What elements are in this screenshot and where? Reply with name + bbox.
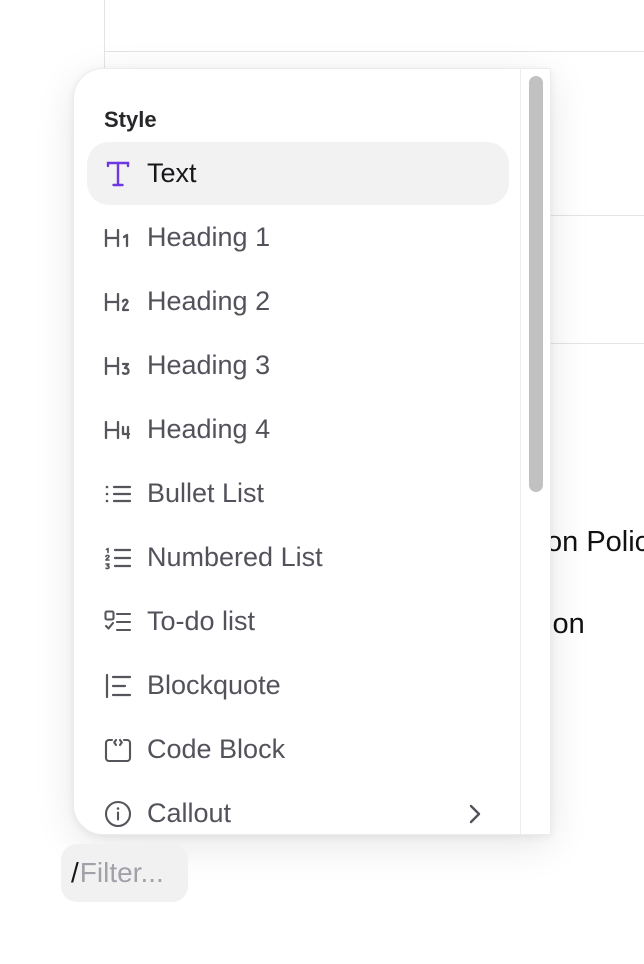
document-margin-line xyxy=(104,0,105,70)
filter-box[interactable]: / xyxy=(61,844,188,902)
menu-item-label: To-do list xyxy=(147,606,256,636)
heading-2-icon xyxy=(103,287,133,317)
menu-item-heading-3[interactable]: Heading 3 xyxy=(87,334,509,397)
bullet-list-icon xyxy=(103,479,133,509)
menu-item-label: Callout xyxy=(147,798,232,828)
menu-item-heading-1[interactable]: Heading 1 xyxy=(87,206,509,269)
slash-prefix: / xyxy=(71,857,79,888)
document-row-divider xyxy=(104,51,644,52)
heading-4-icon xyxy=(103,415,133,445)
menu-item-text[interactable]: Text xyxy=(87,142,509,205)
info-icon xyxy=(103,799,133,829)
numbered-list-icon xyxy=(103,543,133,573)
document-row-divider xyxy=(546,215,644,216)
menu-item-todo-list[interactable]: To-do list xyxy=(87,590,509,653)
section-label-style: Style xyxy=(104,107,157,132)
document-text-line: ion xyxy=(546,608,585,640)
menu-item-numbered-list[interactable]: Numbered List xyxy=(87,526,509,589)
filter-input[interactable] xyxy=(79,857,180,889)
menu-item-label: Blockquote xyxy=(147,670,281,700)
menu-item-blockquote[interactable]: Blockquote xyxy=(87,654,509,717)
menu-item-heading-2[interactable]: Heading 2 xyxy=(87,270,509,333)
menu-item-label: Numbered List xyxy=(147,542,323,572)
heading-1-icon xyxy=(103,223,133,253)
menu-item-callout[interactable]: Callout xyxy=(87,782,509,834)
menu-item-label: Code Block xyxy=(147,734,286,764)
document-row-divider xyxy=(546,343,644,344)
menu-item-label: Heading 3 xyxy=(147,350,271,380)
menu-item-code-block[interactable]: Code Block xyxy=(87,718,509,781)
menu-item-label: Heading 2 xyxy=(147,286,271,316)
chevron-right-icon xyxy=(463,800,487,828)
menu-item-bullet-list[interactable]: Bullet List xyxy=(87,462,509,525)
menu-item-label: Text xyxy=(147,158,197,188)
menu-scrollbar[interactable] xyxy=(520,69,550,834)
document-text-line: on Polic xyxy=(546,526,644,558)
blockquote-icon xyxy=(103,671,133,701)
menu-item-heading-4[interactable]: Heading 4 xyxy=(87,398,509,461)
menu-item-label: Heading 1 xyxy=(147,222,271,252)
todo-list-icon xyxy=(103,607,133,637)
slash-command-menu: Style Text Heading 1 Heading 2 Heading 3… xyxy=(73,68,551,835)
text-type-icon xyxy=(103,159,133,189)
heading-3-icon xyxy=(103,351,133,381)
code-block-icon xyxy=(103,735,133,765)
menu-item-label: Bullet List xyxy=(147,478,265,508)
menu-list: Style Text Heading 1 Heading 2 Heading 3… xyxy=(74,69,520,834)
scrollbar-thumb[interactable] xyxy=(529,76,543,492)
menu-item-label: Heading 4 xyxy=(147,414,271,444)
